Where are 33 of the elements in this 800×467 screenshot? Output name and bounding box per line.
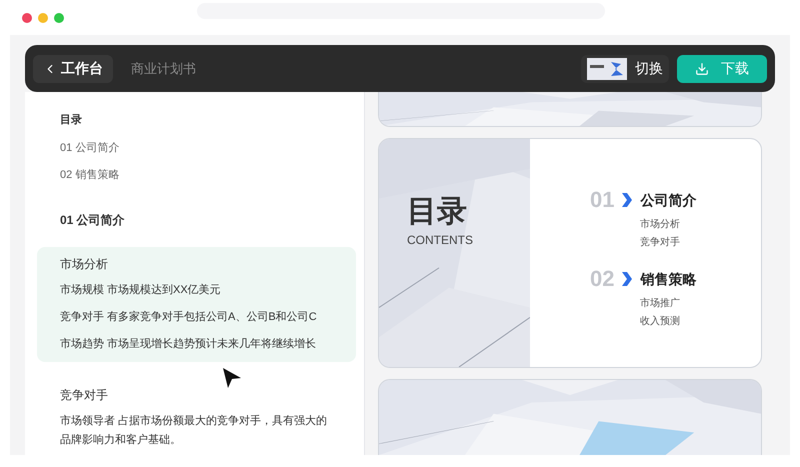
block-title: 竞争对手 bbox=[60, 386, 108, 404]
slide-card[interactable]: 目录 CONTENTS 01 公司简介 市场分析 竞争对手 02 销售策略 市场推广 收入预测 bbox=[378, 138, 762, 368]
slide-subtitle: CONTENTS bbox=[407, 232, 473, 249]
block-text: 市场领导者 占据市场份额最大的竞争对手，具有强大的品牌影响力和客户基础。 bbox=[60, 414, 328, 448]
window-control[interactable] bbox=[38, 12, 48, 22]
chevron-icon bbox=[622, 193, 632, 207]
block-text: 市场趋势 市场呈现增长趋势预计未来几年将继续增长 bbox=[60, 336, 318, 352]
download-icon bbox=[695, 62, 709, 76]
cursor-icon bbox=[221, 366, 243, 390]
document-title: 商业计划书 bbox=[131, 60, 196, 78]
section-item: 市场分析 bbox=[640, 218, 680, 232]
section-number: 01 bbox=[590, 189, 614, 211]
section-number: 02 bbox=[590, 268, 614, 290]
block-text: 竞争对手 有多家竞争对手包括公司A、公司B和公司C bbox=[60, 310, 318, 324]
slide-title: 目录 bbox=[407, 197, 467, 227]
block-title: 市场分析 bbox=[60, 256, 108, 272]
outline-item[interactable]: 02 销售策略 bbox=[60, 167, 120, 184]
section-title: 公司简介 bbox=[640, 190, 696, 210]
section-heading: 01 公司简介 bbox=[60, 212, 125, 228]
back-button[interactable]: 工作台 bbox=[33, 54, 113, 82]
block-text: 市场规模 市场规模达到XX亿美元 bbox=[60, 282, 222, 298]
switch-button[interactable]: 切换 bbox=[581, 54, 669, 82]
chevron-icon bbox=[622, 272, 632, 286]
section-item: 竞争对手 bbox=[640, 236, 680, 250]
section-item: 市场推广 bbox=[640, 296, 680, 311]
content-block[interactable]: 市场分析 市场规模 市场规模达到XX亿美元 竞争对手 有多家竞争对手包括公司A、公司B和公司C 市场趋势 市场呈现增长趋势预计未来几年将继续增长 bbox=[37, 246, 356, 362]
content-block[interactable]: 竞争对手 市场领导者 占据市场份额最大的竞争对手，具有强大的品牌影响力和客户基础。 bbox=[37, 378, 356, 458]
outline-item[interactable]: 01 公司简介 bbox=[60, 140, 120, 156]
outline-heading: 目录 bbox=[60, 113, 82, 128]
section-title: 销售策略 bbox=[640, 270, 696, 288]
window-control[interactable] bbox=[22, 12, 32, 22]
window-control[interactable] bbox=[54, 12, 64, 22]
section-item: 收入预测 bbox=[640, 314, 680, 329]
